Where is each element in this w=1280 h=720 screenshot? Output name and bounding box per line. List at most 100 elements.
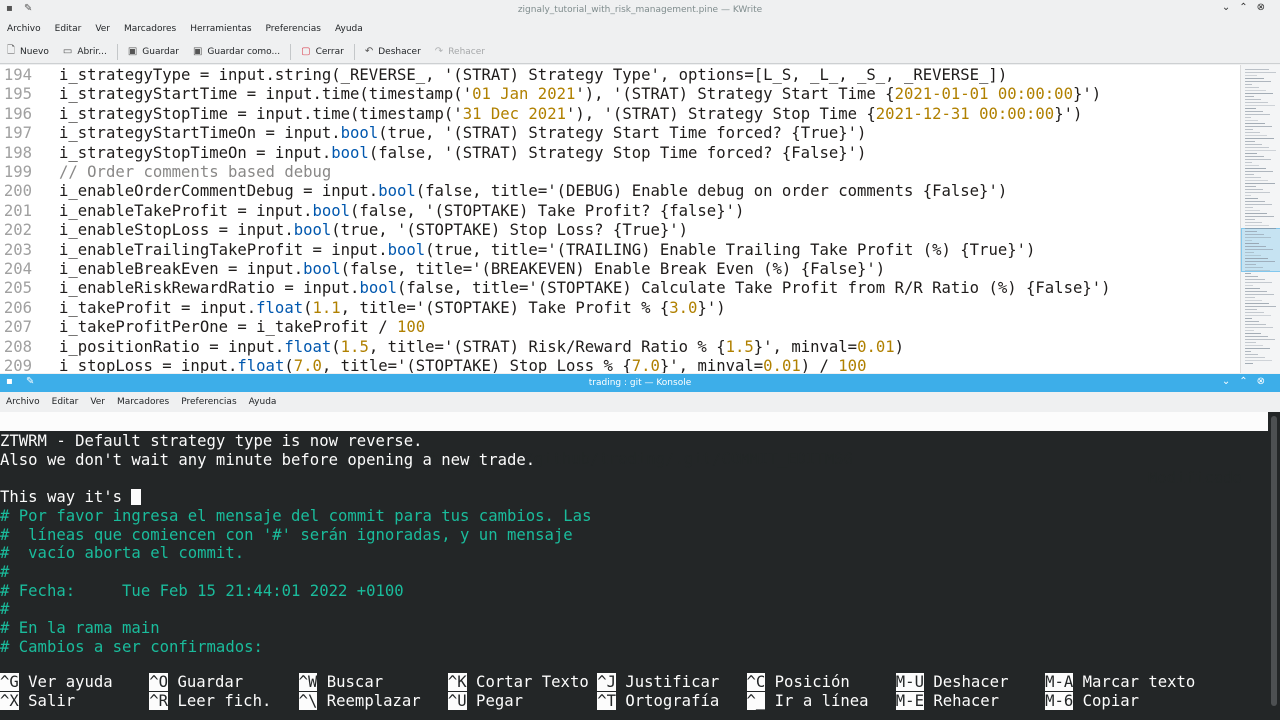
terminal-view[interactable]: GNU nano 4.8 /home/playg/github/trading/… [0, 412, 1280, 720]
menu-archivo[interactable]: Archivo [0, 24, 48, 34]
save-as-button[interactable]: ▣ Guardar como... [186, 41, 287, 63]
window-title: zignaly_tutorial_with_risk_management.pi… [517, 4, 763, 15]
menu-marcadores[interactable]: Marcadores [111, 397, 175, 407]
code-line[interactable]: 195 i_strategyStartTime = input.time(time… [0, 85, 1101, 104]
nano-shortcut[interactable]: ^R Leer fich. [149, 692, 271, 711]
nano-shortcut[interactable]: ^K Cortar Texto [447, 673, 589, 692]
line-number: 198 [3, 143, 32, 162]
line-number: 197 [3, 124, 32, 143]
code-line[interactable]: 209 i_stopLoss = input.float(7.0, title='… [0, 357, 867, 373]
nano-shortcut[interactable]: ^X Salir [0, 692, 75, 711]
pin-icon[interactable]: ✎ [24, 3, 32, 14]
konsole-titlebar: ▪ ✎ trading : git — Konsole ⌄⌃⊗ [0, 374, 1280, 392]
terminal-scrollbar[interactable] [1270, 412, 1278, 712]
shortcut-label: Reemplazar [317, 692, 421, 710]
menu-editar[interactable]: Editar [46, 397, 85, 407]
shortcut-key: ^J [597, 673, 616, 691]
scrollbar-thumb[interactable] [1271, 416, 1277, 706]
menu-ver[interactable]: Ver [88, 24, 117, 34]
open-button[interactable]: ▭ Abrir... [56, 41, 114, 63]
code-text: i_strategyStopTime = input.time(timestam… [59, 104, 1083, 123]
app-icon: ▪ [6, 3, 13, 14]
nano-shortcut[interactable]: ^T Ortografía [597, 692, 719, 711]
shortcut-label: Ortografía [615, 692, 720, 710]
code-line[interactable]: 206 i_takeProfit = input.float(1.1, title… [0, 299, 726, 318]
new-document-icon: 🗋 [7, 45, 16, 56]
nano-shortcut[interactable]: ^\ Reemplazar [298, 692, 421, 711]
code-line[interactable]: 200 i_enableOrderCommentDebug = input.boo… [0, 182, 1007, 201]
shortcut-label: Rehacer [923, 692, 1000, 710]
nano-shortcut[interactable]: ^U Pegar [447, 692, 523, 711]
toolbar-separator [353, 43, 355, 60]
open-label: Abrir... [77, 46, 107, 57]
menu-archivo[interactable]: Archivo [0, 397, 46, 407]
save-button[interactable]: ▣ Guardar [121, 41, 186, 63]
maximize-icon[interactable]: ⌃ [1239, 376, 1256, 387]
nano-shortcut[interactable]: ^J Justificar [597, 673, 719, 692]
code-text: i_enableStopLoss = input.bool(true, '(ST… [59, 221, 689, 240]
menu-ayuda[interactable]: Ayuda [328, 24, 370, 34]
line-number: 199 [3, 163, 32, 181]
code-line[interactable]: 198 i_strategyStopTimeOn = input.bool(fal… [0, 143, 867, 163]
close-icon[interactable]: ⊗ [1257, 376, 1274, 387]
commit-message-line: ZTWRM - Default strategy type is now rev… [0, 432, 423, 450]
menu-herramientas[interactable]: Herramientas [183, 24, 258, 34]
shortcut-label: Cortar Texto [466, 673, 589, 691]
code-line[interactable]: 201 i_enableTakeProfit = input.bool(false… [0, 202, 745, 221]
shortcut-key: ^T [597, 692, 616, 710]
pin-icon[interactable]: ✎ [26, 376, 34, 387]
nano-shortcut[interactable]: M-A Marcar texto [1045, 673, 1195, 692]
code-line[interactable]: 208 i_positionRatio = input.float(1.5, ti… [0, 338, 904, 357]
nano-shortcut[interactable]: ^W Buscar [298, 673, 383, 692]
shortcut-key: M-U [895, 673, 924, 691]
toolbar-separator [290, 43, 292, 60]
shortcut-key: M-E [895, 692, 924, 710]
shortcut-label: Salir [18, 692, 76, 710]
close-file-button[interactable]: ▢ Cerrar [294, 41, 351, 63]
nano-shortcut[interactable]: M-U Deshacer [895, 673, 1008, 692]
editor-minimap[interactable] [1240, 65, 1280, 373]
minimize-icon[interactable]: ⌄ [1222, 376, 1239, 387]
code-line[interactable]: 204 i_enableBreakEven = input.bool(false,… [0, 260, 885, 279]
nano-shortcut[interactable]: M-E Rehacer [895, 692, 1000, 711]
line-number: 202 [3, 221, 32, 240]
redo-button[interactable]: ↷ Rehacer [428, 41, 492, 63]
nano-shortcut[interactable]: M-6 Copiar [1045, 692, 1139, 711]
shortcut-label: Ir a línea [765, 692, 869, 710]
nano-shortcut[interactable]: ^C Posición [746, 673, 850, 692]
nano-shortcut[interactable]: ^G Ver ayuda [0, 673, 113, 692]
code-editor[interactable]: 194 i_strategyType = input.string(_REVERS… [0, 65, 1240, 373]
code-line[interactable]: 207 i_takeProfitPerOne = i_takeProfit / 1… [0, 318, 425, 337]
code-line[interactable]: 197 i_strategyStartTimeOn = input.bool(tr… [0, 124, 867, 143]
code-text: i_takeProfitPerOne = i_takeProfit / 100 [59, 318, 426, 337]
close-icon[interactable]: ⊗ [1257, 2, 1274, 13]
new-button[interactable]: 🗋 Nuevo [0, 41, 56, 63]
code-line[interactable]: 199 // Order comments based debug [0, 163, 331, 182]
menu-editar[interactable]: Editar [48, 24, 89, 34]
nano-shortcut[interactable]: ^O Guardar [149, 673, 243, 692]
menu-ver[interactable]: Ver [84, 397, 111, 407]
code-text: i_enableRiskRewardRatio = input.bool(fal… [59, 279, 1111, 298]
menu-ayuda[interactable]: Ayuda [243, 397, 283, 407]
code-line[interactable]: 203 i_enableTrailingTakeProfit = input.bo… [0, 240, 1036, 260]
code-line[interactable]: 196 i_strategyStopTime = input.time(times… [0, 104, 1083, 124]
minimize-icon[interactable]: ⌄ [1222, 2, 1239, 13]
nano-shortcut[interactable]: ^_ Ir a línea [746, 692, 869, 711]
kwrite-toolbar: 🗋 Nuevo ▭ Abrir... ▣ Guardar ▣ Guardar como.… [0, 40, 1280, 64]
code-text: i_stopLoss = input.float(7.0, title='(ST… [59, 357, 867, 373]
code-text: i_takeProfit = input.float(1.1, title='(… [59, 298, 726, 317]
shortcut-key: ^\ [298, 692, 318, 710]
open-folder-icon: ▭ [62, 46, 73, 57]
line-number: 207 [3, 318, 32, 337]
code-line[interactable]: 202 i_enableStopLoss = input.bool(true, '… [0, 221, 688, 240]
menu-preferencias[interactable]: Preferencias [175, 397, 242, 407]
code-line[interactable]: 205 i_enableRiskRewardRatio = input.bool(… [0, 279, 1111, 298]
line-number: 203 [3, 240, 32, 259]
menu-preferencias[interactable]: Preferencias [259, 24, 328, 34]
shortcut-key: M-A [1045, 673, 1074, 691]
undo-button[interactable]: ↶ Deshacer [358, 41, 428, 63]
menu-marcadores[interactable]: Marcadores [117, 24, 183, 34]
code-text: i_enableOrderCommentDebug = input.bool(f… [59, 182, 1008, 201]
maximize-icon[interactable]: ⌃ [1239, 2, 1256, 13]
code-line[interactable]: 194 i_strategyType = input.string(_REVERS… [0, 66, 1007, 85]
